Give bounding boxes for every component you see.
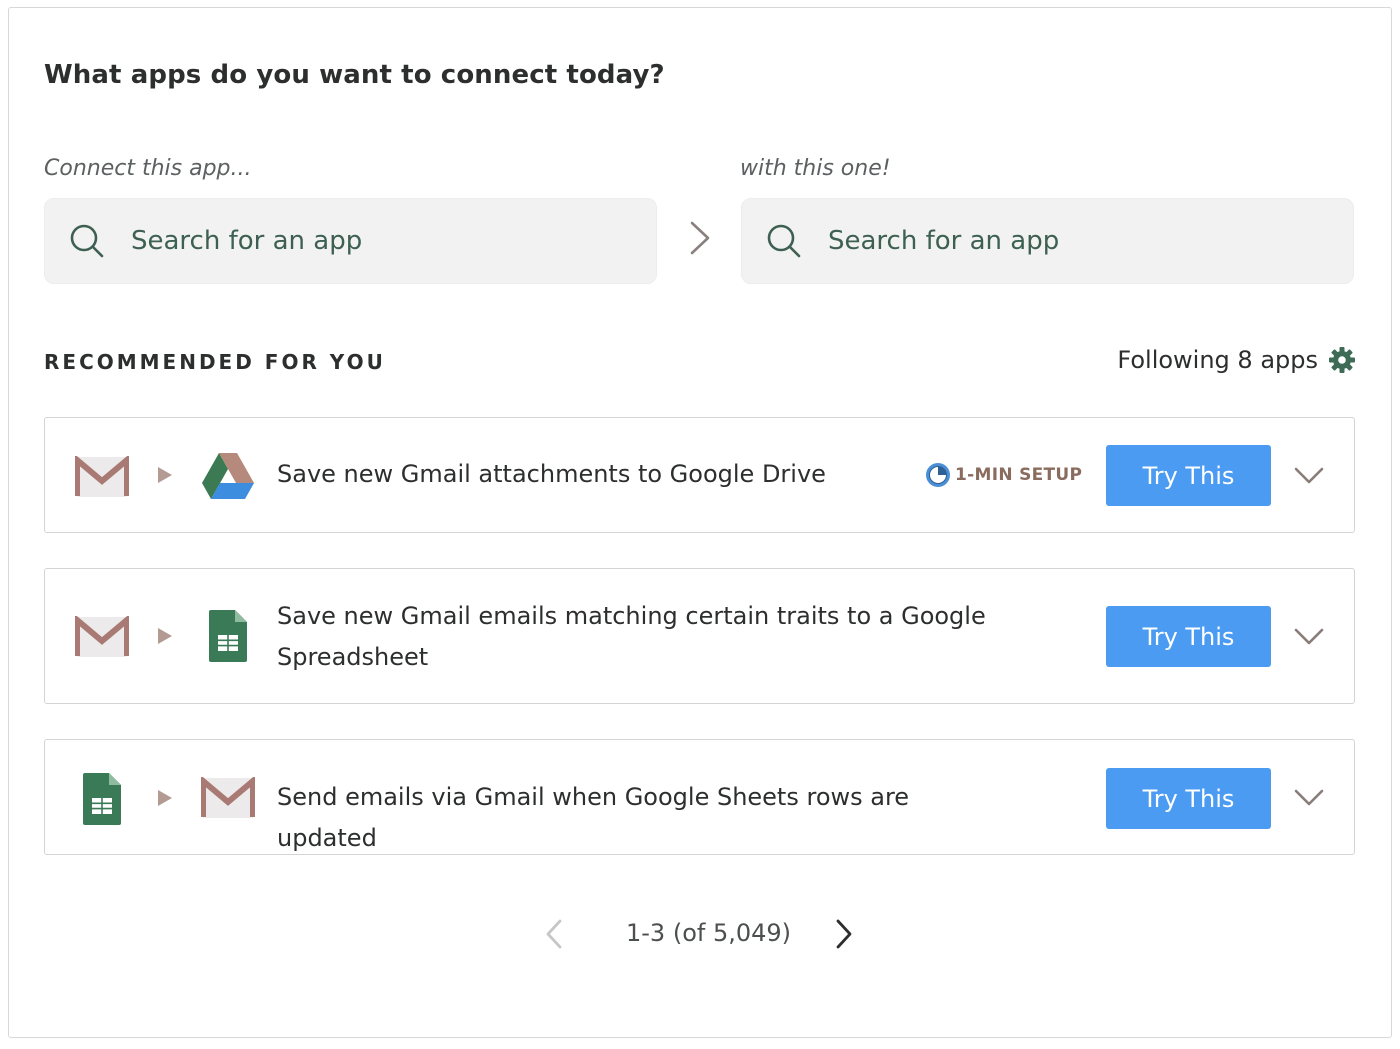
play-arrow-icon [158,790,172,806]
page-title: What apps do you want to connect today? [44,60,665,90]
pagination: 1-3 (of 5,049) [0,912,1400,956]
play-arrow-icon [158,628,172,644]
chevron-right-icon [690,221,710,255]
gmail-icon [75,456,129,497]
recommended-heading: RECOMMENDED FOR YOU [44,350,386,374]
chevron-down-icon[interactable] [1293,466,1325,486]
setup-time-label: 1-MIN SETUP [955,465,1083,485]
zap-template-row: Save new Gmail attachments to Google Dri… [44,417,1355,533]
chevron-down-icon[interactable] [1293,788,1325,808]
search-icon [70,224,104,258]
google-sheets-icon [83,773,121,825]
chevron-down-icon[interactable] [1293,627,1325,647]
next-page-icon[interactable] [832,918,856,950]
zap-description: Send emails via Gmail when Google Sheets… [277,783,910,852]
following-apps-label: Following 8 apps [1117,346,1318,374]
gear-icon[interactable] [1328,346,1356,374]
pagination-range: 1-3 (of 5,049) [626,919,792,947]
zap-description: Save new Gmail attachments to Google Dri… [277,460,826,488]
to-app-label: with this one! [740,156,891,181]
from-app-label: Connect this app... [44,156,252,181]
search-icon [767,224,801,258]
previous-page-icon[interactable] [542,918,566,950]
zap-template-row: Save new Gmail emails matching certain t… [44,568,1355,704]
gmail-icon [75,616,129,657]
gmail-icon [201,777,255,818]
google-drive-icon [202,453,254,499]
try-this-button[interactable]: Try This [1106,445,1271,506]
from-app-search-input[interactable] [131,226,611,256]
clock-icon [926,463,950,487]
google-sheets-icon [209,610,247,662]
zap-description: Save new Gmail emails matching certain t… [277,602,986,671]
to-app-search-input[interactable] [828,226,1308,256]
try-this-button[interactable]: Try This [1106,768,1271,829]
try-this-button[interactable]: Try This [1106,606,1271,667]
play-arrow-icon [158,467,172,483]
setup-time-badge: 1-MIN SETUP [925,462,1082,488]
following-apps-link[interactable]: Following 8 apps [1117,346,1356,374]
zap-template-row: Send emails via Gmail when Google Sheets… [44,739,1355,855]
to-app-search[interactable] [741,198,1354,284]
from-app-search[interactable] [44,198,657,284]
